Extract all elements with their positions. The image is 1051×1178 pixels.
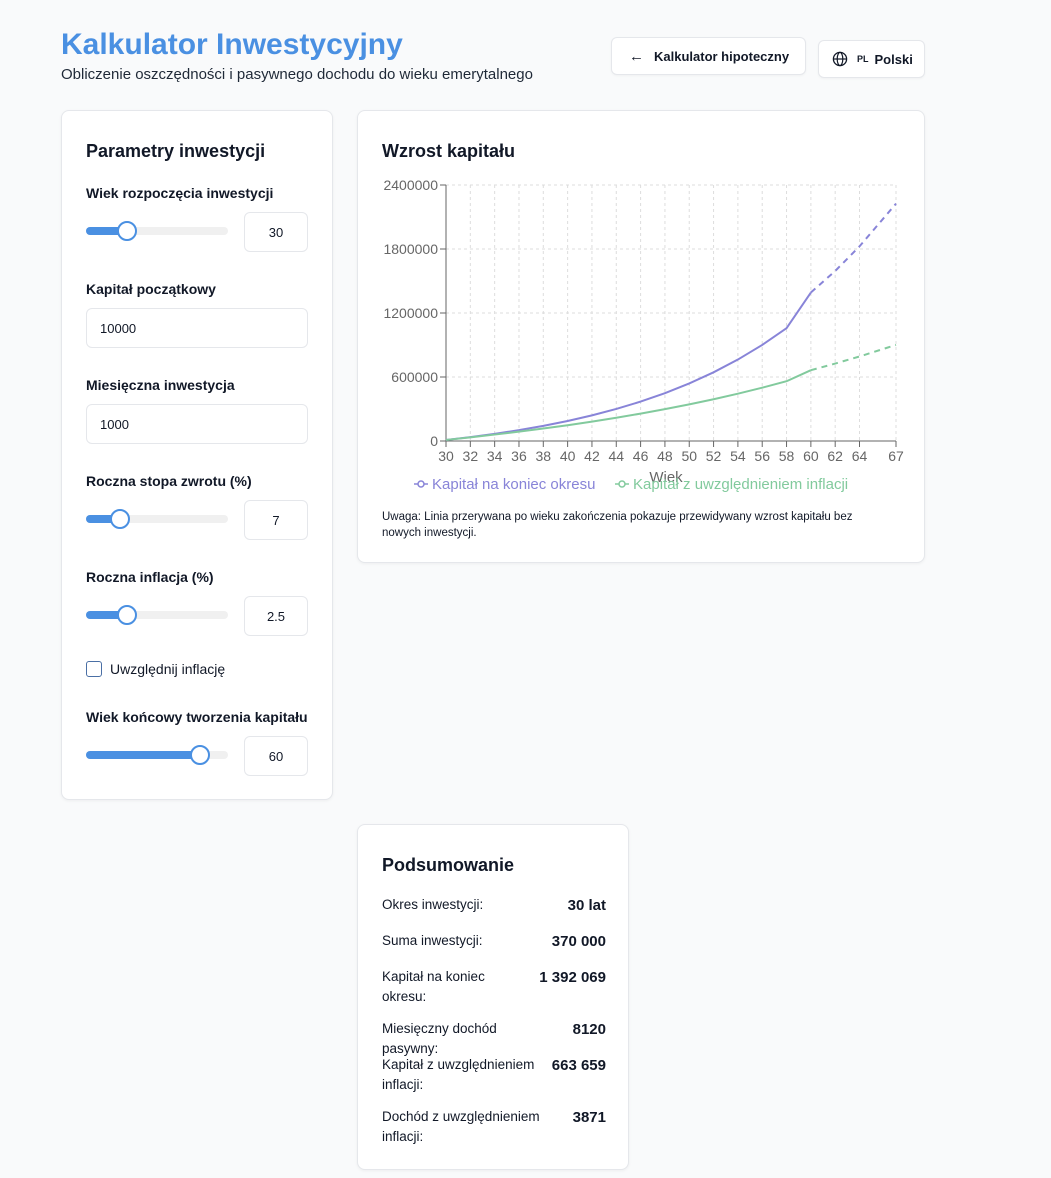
return-rate-label: Roczna stopa zwrotu (%) — [86, 473, 252, 489]
language-label: Polski — [874, 51, 913, 67]
summary-label: Kapitał z uwzględnieniem inflacji: — [382, 1057, 535, 1092]
x-tick-label: 46 — [633, 448, 649, 464]
x-tick-label: 67 — [888, 448, 904, 464]
slider-thumb[interactable] — [117, 605, 138, 625]
legend-marker-dot — [618, 480, 626, 488]
series-line-solid — [445, 291, 812, 441]
y-tick-label: 600000 — [391, 369, 438, 385]
slider-thumb[interactable] — [110, 509, 131, 529]
x-tick-label: 64 — [852, 448, 868, 464]
summary-panel: Podsumowanie Okres inwestycji: 30 lat Su… — [357, 824, 629, 1170]
return-rate-slider[interactable] — [86, 509, 228, 529]
language-code: PL — [857, 54, 869, 64]
x-tick-label: 54 — [730, 448, 746, 464]
x-tick-label: 50 — [681, 448, 697, 464]
slider-thumb[interactable] — [117, 221, 138, 241]
x-tick-label: 48 — [657, 448, 673, 464]
start-age-label: Wiek rozpoczęcia inwestycji — [86, 185, 274, 201]
inflation-label: Roczna inflacja (%) — [86, 569, 214, 585]
x-tick-label: 40 — [560, 448, 576, 464]
start-age-slider[interactable] — [86, 221, 228, 241]
end-age-label: Wiek końcowy tworzenia kapitału — [86, 709, 308, 725]
y-tick-label: 1200000 — [383, 305, 438, 321]
mortgage-button-label: Kalkulator hipoteczny — [654, 48, 790, 64]
include-inflation-checkbox[interactable] — [86, 661, 102, 677]
legend-label: Kapitał na koniec okresu — [432, 476, 595, 493]
slider-thumb[interactable] — [189, 745, 210, 765]
legend-marker-dot — [417, 480, 425, 488]
return-rate-input[interactable]: 7 — [244, 500, 308, 540]
legend-label: Kapitał z uwzględnieniem inflacji — [633, 476, 848, 493]
summary-value: 30 lat — [567, 897, 606, 914]
page-subtitle: Obliczenie oszczędności i pasywnego doch… — [61, 66, 533, 83]
summary-label: Kapitał na koniec okresu: — [382, 969, 485, 1004]
investment-parameters-panel: Parametry inwestycji Wiek rozpoczęcia in… — [61, 110, 333, 800]
x-tick-label: 34 — [487, 448, 503, 464]
params-title: Parametry inwestycji — [86, 141, 266, 161]
x-tick-label: 38 — [536, 448, 552, 464]
inflation-slider[interactable] — [86, 605, 228, 625]
summary-label: Okres inwestycji: — [382, 897, 484, 912]
mortgage-calculator-button[interactable]: ← Kalkulator hipoteczny — [611, 37, 806, 75]
summary-title: Podsumowanie — [382, 855, 515, 875]
include-inflation-label[interactable]: Uwzględnij inflację — [110, 661, 225, 677]
summary-label: Suma inwestycji: — [382, 933, 483, 948]
x-tick-label: 60 — [803, 448, 819, 464]
capital-growth-chart: 30 32 34 36 38 40 42 44 46 48 50 52 54 56 58 60 62 64 67 0 6… — [383, 177, 904, 493]
series-line-dashed — [810, 343, 897, 372]
end-age-input[interactable]: 60 — [244, 736, 308, 776]
x-tick-label: 42 — [584, 448, 600, 464]
series-line-dashed — [810, 202, 897, 294]
summary-value: 8120 — [572, 1021, 606, 1038]
x-tick-label: 44 — [608, 448, 624, 464]
x-tick-label: 36 — [511, 448, 527, 464]
x-tick-label: 62 — [827, 448, 843, 464]
x-tick-label: 58 — [779, 448, 795, 464]
summary-value: 370 000 — [551, 933, 606, 950]
capital-growth-panel: Wzrost kapitału 30 32 34 36 38 40 42 44 46 48 50 52… — [357, 110, 925, 563]
inflation-input[interactable]: 2.5 — [244, 596, 308, 636]
start-age-input[interactable]: 30 — [244, 212, 308, 252]
language-button[interactable]: PL Polski — [818, 40, 925, 78]
monthly-investment-label: Miesięczna inwestycja — [86, 377, 235, 393]
x-tick-label: 32 — [463, 448, 479, 464]
y-tick-label: 1800000 — [383, 241, 438, 257]
y-tick-label: 2400000 — [383, 177, 438, 193]
x-tick-label: 52 — [706, 448, 722, 464]
x-tick-label: 56 — [754, 448, 770, 464]
summary-value: 3871 — [572, 1109, 606, 1126]
end-age-slider[interactable] — [86, 745, 228, 765]
x-tick-label: 30 — [438, 448, 454, 464]
page-title: Kalkulator Inwestycyjny — [61, 28, 403, 61]
monthly-investment-input[interactable]: 1000 — [86, 404, 308, 444]
summary-label: Dochód z uwzględnieniem inflacji: — [382, 1109, 540, 1144]
globe-icon — [832, 51, 848, 67]
summary-label: Miesięczny dochód pasywny: — [382, 1021, 497, 1056]
arrow-left-icon: ← — [629, 47, 644, 65]
initial-capital-label: Kapitał początkowy — [86, 281, 216, 297]
summary-value: 1 392 069 — [539, 969, 606, 986]
summary-value: 663 659 — [551, 1057, 606, 1074]
initial-capital-input[interactable]: 10000 — [86, 308, 308, 348]
y-tick-label: 0 — [430, 433, 438, 449]
chart-note: Uwaga: Linia przerywana po wieku zakończ… — [382, 511, 853, 539]
